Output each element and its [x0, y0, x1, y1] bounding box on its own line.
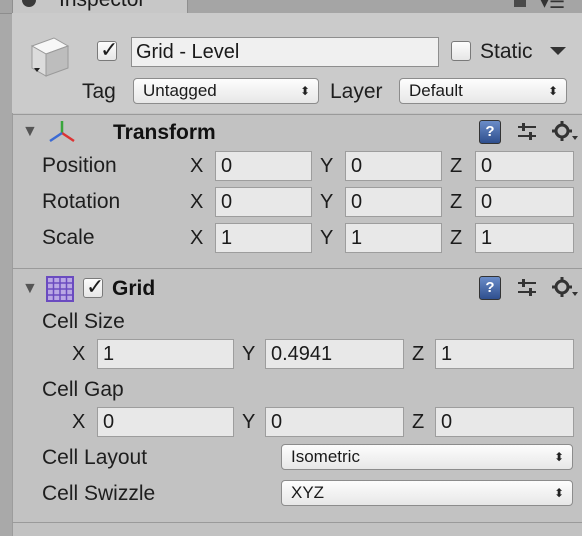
scale-x-field[interactable]: 1: [215, 223, 312, 253]
static-checkbox[interactable]: [451, 41, 471, 61]
cell-gap-label: Cell Gap: [42, 378, 124, 401]
axis-x-label: X: [190, 155, 204, 177]
grid-foldout-icon[interactable]: ▼: [22, 280, 38, 298]
dropdown-arrow-icon: ⬍: [547, 84, 558, 98]
cell-swizzle-dropdown[interactable]: XYZ ⬍: [281, 480, 573, 506]
position-y-field[interactable]: 0: [345, 151, 442, 181]
rotation-z-field[interactable]: 0: [475, 187, 574, 217]
position-label: Position: [42, 154, 117, 177]
axis-x-label: X: [72, 343, 86, 365]
position-z-field[interactable]: 0: [475, 151, 574, 181]
help-icon[interactable]: ?: [479, 276, 501, 300]
cell-gap-x-field[interactable]: 0: [97, 407, 234, 437]
cell-layout-value: Isometric: [291, 447, 360, 466]
grid-enabled-checkbox[interactable]: ✓: [83, 274, 104, 299]
header-divider: [12, 114, 582, 115]
axis-z-label: Z: [412, 411, 425, 433]
rotation-label: Rotation: [42, 190, 121, 213]
axis-z-label: Z: [450, 227, 463, 249]
cell-swizzle-value: XYZ: [291, 483, 325, 502]
axis-y-label: Y: [320, 191, 334, 213]
transform-foldout-icon[interactable]: ▼: [22, 123, 38, 141]
preset-icon[interactable]: [516, 277, 538, 299]
object-name-field[interactable]: Grid - Level: [131, 37, 439, 67]
rotation-x-field[interactable]: 0: [215, 187, 312, 217]
axis-z-label: Z: [450, 191, 463, 213]
lock-icon[interactable]: [514, 0, 526, 7]
cell-layout-label: Cell Layout: [42, 446, 148, 469]
tag-label: Tag: [82, 80, 116, 103]
checkmark-icon: ✓: [100, 37, 119, 62]
gameobject-cube-icon[interactable]: [24, 34, 72, 82]
layer-label: Layer: [330, 80, 383, 103]
active-checkbox[interactable]: ✓: [97, 37, 118, 62]
grid-title: Grid: [112, 277, 156, 300]
preset-icon[interactable]: [516, 121, 538, 143]
cell-gap-z-field[interactable]: 0: [435, 407, 574, 437]
grid-divider: [12, 522, 582, 523]
transform-title: Transform: [113, 121, 216, 144]
axis-x-label: X: [72, 411, 86, 433]
axis-y-label: Y: [242, 411, 256, 433]
static-label: Static: [480, 40, 533, 63]
axis-z-label: Z: [412, 343, 425, 365]
axis-y-label: Y: [320, 227, 334, 249]
transform-axis-icon: [49, 121, 75, 143]
axis-z-label: Z: [450, 155, 463, 177]
tag-value: Untagged: [143, 81, 217, 100]
cell-size-z-field[interactable]: 1: [435, 339, 574, 369]
grid-component-icon: [46, 276, 74, 302]
inspector-tab[interactable]: Inspector: [12, 0, 188, 14]
cell-swizzle-label: Cell Swizzle: [42, 482, 156, 505]
checkmark-icon: ✓: [86, 274, 105, 299]
cell-gap-y-field[interactable]: 0: [265, 407, 404, 437]
scale-label: Scale: [42, 226, 95, 249]
cell-layout-dropdown[interactable]: Isometric ⬍: [281, 444, 573, 470]
cell-size-x-field[interactable]: 1: [97, 339, 234, 369]
axis-y-label: Y: [242, 343, 256, 365]
tab-menu-icon[interactable]: ▾☰: [540, 0, 565, 13]
axis-y-label: Y: [320, 155, 334, 177]
tag-dropdown[interactable]: Untagged ⬍: [133, 78, 319, 104]
axis-x-label: X: [190, 227, 204, 249]
layer-value: Default: [409, 81, 463, 100]
position-x-field[interactable]: 0: [215, 151, 312, 181]
gear-icon[interactable]: [551, 120, 579, 144]
axis-x-label: X: [190, 191, 204, 213]
static-dropdown-icon[interactable]: [549, 45, 567, 57]
dropdown-arrow-icon: ⬍: [299, 84, 310, 98]
dropdown-arrow-icon: ⬍: [553, 486, 564, 500]
rotation-y-field[interactable]: 0: [345, 187, 442, 217]
dropdown-arrow-icon: ⬍: [553, 450, 564, 464]
inspector-tab-label: Inspector: [59, 0, 145, 12]
cell-size-label: Cell Size: [42, 310, 125, 333]
help-icon[interactable]: ?: [479, 120, 501, 144]
layer-dropdown[interactable]: Default ⬍: [399, 78, 567, 104]
transform-divider: [12, 268, 582, 269]
scale-y-field[interactable]: 1: [345, 223, 442, 253]
gear-icon[interactable]: [551, 276, 579, 300]
scale-z-field[interactable]: 1: [475, 223, 574, 253]
cell-size-y-field[interactable]: 0.4941: [265, 339, 404, 369]
